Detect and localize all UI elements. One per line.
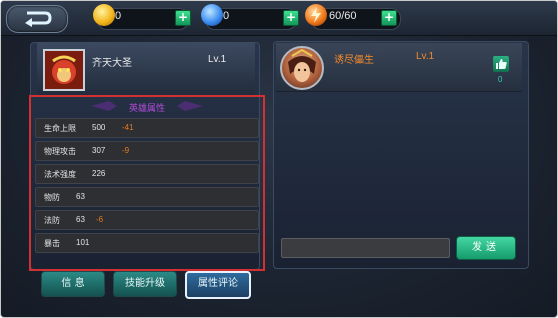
avatar-face-icon xyxy=(288,48,316,82)
stat-delta: -9 xyxy=(122,146,130,155)
stat-label: 生命上限 xyxy=(44,124,76,133)
stat-delta: -6 xyxy=(96,215,104,224)
back-button[interactable] xyxy=(6,5,68,33)
stat-delta: -41 xyxy=(122,123,134,132)
stat-value: 226 xyxy=(92,169,106,178)
lightning-glyph xyxy=(311,7,321,23)
stat-label: 物理攻击 xyxy=(44,147,76,156)
hero-name: 齐天大圣 xyxy=(92,58,132,69)
stat-value: 63 xyxy=(76,215,85,224)
gold-coin-icon xyxy=(93,4,115,26)
stat-label: 暴击 xyxy=(44,239,60,248)
stat-row: 生命上限 500 -41 xyxy=(35,118,259,138)
stat-row: 法防 63 -6 xyxy=(35,210,259,230)
stat-value: 500 xyxy=(92,123,106,132)
monkey-king-portrait xyxy=(45,51,83,89)
add-gem-button[interactable]: + xyxy=(283,10,299,26)
comment-input[interactable] xyxy=(281,238,450,258)
blue-gem-icon xyxy=(201,4,223,26)
hero-stats-section: 英雄属性 生命上限 500 -41 物理攻击 307 -9 法术强度 226 物… xyxy=(29,95,265,271)
game-screen: 0 + 0 + 60/60 + 齐天大圣 Lv.1 英雄属性 生命上限 500 … xyxy=(0,0,558,318)
tab-info[interactable]: 信 息 xyxy=(41,271,105,297)
gem-amount: 0 xyxy=(223,10,230,22)
hero-portrait xyxy=(43,49,85,91)
stat-label: 法防 xyxy=(44,216,60,225)
hero-level: Lv.1 xyxy=(208,54,227,65)
hero-header: 齐天大圣 Lv.1 xyxy=(37,43,255,96)
stat-row: 物理攻击 307 -9 xyxy=(35,141,259,161)
tab-attribute-comments[interactable]: 属性评论 xyxy=(185,271,251,299)
comment-username: 诱尽儡生 xyxy=(334,55,374,66)
stat-value: 307 xyxy=(92,146,106,155)
stat-value: 63 xyxy=(76,192,85,201)
comment-item: 诱尽儡生 Lv.1 0 xyxy=(276,43,522,92)
like-button[interactable] xyxy=(493,56,509,72)
stat-row: 物防 63 xyxy=(35,187,259,207)
add-stamina-button[interactable]: + xyxy=(381,10,397,26)
stamina-amount: 60/60 xyxy=(329,10,357,22)
add-gold-button[interactable]: + xyxy=(175,10,191,26)
stats-title: 英雄属性 xyxy=(128,104,165,114)
stat-label: 物防 xyxy=(44,193,60,202)
send-button[interactable]: 发送 xyxy=(456,236,516,260)
gold-amount: 0 xyxy=(115,10,122,22)
stat-row: 暴击 101 xyxy=(35,233,259,253)
lightning-icon xyxy=(305,4,327,26)
back-arrow-icon xyxy=(25,11,52,27)
stat-value: 101 xyxy=(76,238,90,247)
stat-row: 法术强度 226 xyxy=(35,164,259,184)
stat-label: 法术强度 xyxy=(44,170,76,179)
female-hero-avatar xyxy=(280,46,324,90)
top-bar: 0 + 0 + 60/60 + xyxy=(1,1,557,36)
like-count: 0 xyxy=(498,75,503,84)
tab-skill-upgrade[interactable]: 技能升级 xyxy=(113,271,177,297)
thumbs-up-icon xyxy=(496,59,507,69)
comment-user-level: Lv.1 xyxy=(416,51,435,62)
